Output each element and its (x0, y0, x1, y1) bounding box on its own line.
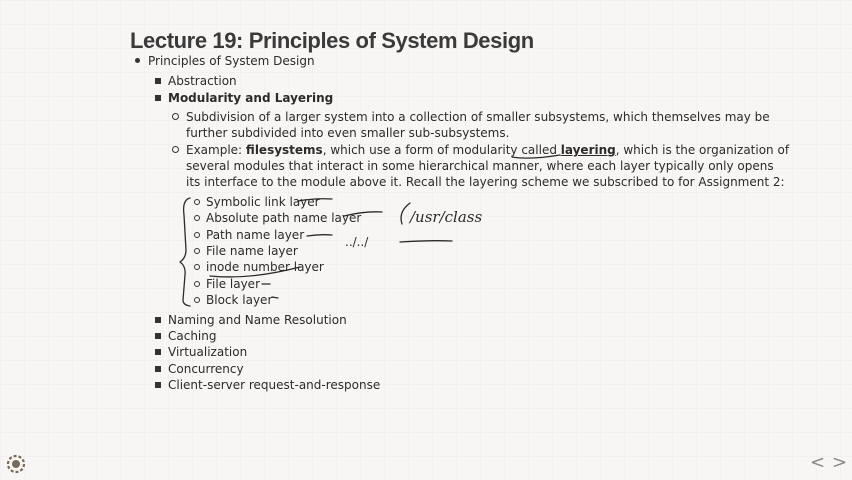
bullet-principles: Principles of System Design (135, 54, 315, 68)
example-mid: , which use a form of modularity called (322, 143, 561, 157)
layer-inode-number: inode number layer (194, 260, 324, 274)
bullet-client-server: Client-server request-and-response (154, 378, 381, 392)
path-name-dash (306, 234, 333, 237)
bullet-abstraction: Abstraction (155, 74, 237, 88)
modularity-definition-line2: further subdivided into even smaller sub… (186, 126, 510, 140)
bullet-concurrency: Concurrency (155, 362, 244, 376)
example-layering: layering (560, 143, 616, 157)
dots-dash (399, 240, 453, 243)
bullet-naming: Naming and Name Resolution (155, 313, 347, 327)
modularity-example-line2: several modules that interact in some hi… (186, 159, 774, 173)
layer-bracket-stroke (179, 197, 191, 307)
example-prefix: Example: (186, 143, 246, 157)
course-logo-icon (6, 454, 26, 474)
modularity-definition-line1: Subdivision of a larger system into a co… (172, 110, 770, 124)
slide: Lecture 19: Principles of System Design … (0, 0, 852, 480)
modularity-example-line1: Example: filesystems, which use a form o… (171, 142, 790, 158)
slide-title: Lecture 19: Principles of System Design (130, 28, 534, 53)
path-open-bracket (400, 202, 411, 225)
next-slide-button[interactable]: > (832, 452, 847, 473)
modularity-example-line3: its interface to the module above it. Re… (186, 175, 785, 189)
layer-block: Block layer (193, 293, 273, 307)
layer-file-name: File name layer (194, 244, 298, 258)
layer-symbolic-link: Symbolic link layer (194, 195, 320, 209)
example-filesystems: filesystems (245, 143, 323, 157)
handwritten-annotations: /usr/class ../../ (179, 154, 561, 307)
layer-absolute-path-name: Absolute path name layer (193, 211, 362, 225)
bullet-caching: Caching (155, 329, 217, 343)
prev-slide-button[interactable]: < (810, 452, 825, 473)
bullet-modularity: Modularity and Layering (154, 91, 334, 105)
bullet-virtualization: Virtualization (154, 345, 248, 359)
annotation-usr-class: /usr/class (408, 208, 482, 226)
layer-path-name: Path name layer (193, 228, 305, 242)
annotation-dots: ../../ (345, 235, 369, 249)
block-layer-tick (271, 296, 279, 299)
layer-file: File layer (194, 277, 260, 291)
example-suffix: , which is the organization of (615, 143, 790, 157)
